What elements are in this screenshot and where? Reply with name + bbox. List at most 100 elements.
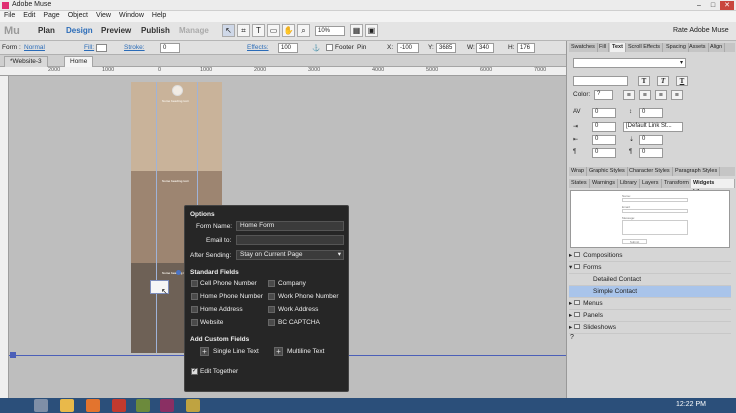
text-tool-icon[interactable]: T bbox=[252, 24, 265, 37]
fill-swatch[interactable] bbox=[96, 44, 107, 52]
tab-swatches[interactable]: Swatches bbox=[569, 43, 598, 52]
fill-label[interactable]: Fill: bbox=[84, 44, 94, 51]
tab-design[interactable]: Design bbox=[66, 26, 93, 35]
app-taskbar-icon[interactable] bbox=[136, 399, 150, 412]
tree-panels[interactable]: ▸ Panels bbox=[569, 310, 731, 322]
preview-mode-icon[interactable]: ▣ bbox=[365, 24, 378, 37]
tab-warnings[interactable]: Warnings bbox=[590, 179, 619, 188]
rectangle-tool-icon[interactable]: ▭ bbox=[267, 24, 280, 37]
tab-align[interactable]: Align bbox=[708, 43, 726, 52]
form-state-select[interactable]: Normal bbox=[24, 44, 45, 51]
tree-detailed-contact[interactable]: Detailed Contact bbox=[569, 274, 731, 286]
anchor-icon[interactable]: ⚓ bbox=[312, 44, 320, 52]
tab-paragraph-styles[interactable]: Paragraph Styles bbox=[673, 167, 721, 176]
align-center-icon[interactable]: ≡ bbox=[639, 90, 651, 100]
menu-help[interactable]: Help bbox=[148, 11, 170, 20]
h-field[interactable]: 176 bbox=[517, 43, 535, 53]
link-style-select[interactable]: [Default Link St... bbox=[623, 122, 683, 132]
underline-icon[interactable]: T bbox=[676, 76, 688, 86]
leading-field[interactable]: 0 bbox=[639, 108, 663, 118]
tree-forms[interactable]: ▾ Forms bbox=[569, 262, 731, 274]
tab-layers[interactable]: Layers bbox=[640, 179, 662, 188]
crop-tool-icon[interactable]: ⌗ bbox=[237, 24, 250, 37]
maximize-button[interactable]: □ bbox=[706, 1, 720, 10]
tree-compositions[interactable]: ▸ Compositions bbox=[569, 250, 731, 262]
tab-website[interactable]: *Website-3 bbox=[4, 56, 48, 67]
tab-scroll-effects[interactable]: Scroll Effects bbox=[626, 43, 663, 52]
space-after-field[interactable]: 0 bbox=[639, 135, 663, 145]
edit-together-checkbox[interactable]: ✓ bbox=[191, 368, 198, 375]
filezilla-taskbar-icon[interactable] bbox=[112, 399, 126, 412]
checkbox-home-phone[interactable] bbox=[191, 293, 198, 300]
folder-taskbar-icon[interactable] bbox=[186, 399, 200, 412]
hand-tool-icon[interactable]: ✋ bbox=[282, 24, 295, 37]
indent-field[interactable]: 0 bbox=[592, 122, 616, 132]
zoom-field[interactable]: 10% bbox=[315, 26, 345, 36]
align-justify-icon[interactable]: ≡ bbox=[671, 90, 683, 100]
form-name-input[interactable]: Home Form bbox=[236, 221, 344, 231]
tab-widgets-library[interactable]: Widgets Library bbox=[691, 179, 735, 195]
tab-wrap[interactable]: Wrap bbox=[569, 167, 588, 176]
view-mode-icon[interactable]: ▦ bbox=[350, 24, 363, 37]
menu-file[interactable]: File bbox=[0, 11, 19, 20]
footer-checkbox[interactable] bbox=[326, 44, 333, 51]
add-multiline-icon[interactable]: + bbox=[274, 347, 283, 356]
explorer-taskbar-icon[interactable] bbox=[60, 399, 74, 412]
tab-transform[interactable]: Transform bbox=[662, 179, 692, 188]
color-swatch[interactable]: ? bbox=[594, 90, 613, 100]
checkbox-website[interactable] bbox=[191, 319, 198, 326]
tree-slideshows[interactable]: ▸ Slideshows bbox=[569, 322, 731, 334]
font-select[interactable]: ▾ bbox=[573, 58, 686, 68]
checkbox-work-address[interactable] bbox=[268, 306, 275, 313]
stroke-label[interactable]: Stroke: bbox=[124, 44, 145, 51]
menu-page[interactable]: Page bbox=[39, 11, 63, 20]
stroke-field[interactable]: 0 bbox=[160, 43, 180, 53]
bold-icon[interactable]: T bbox=[638, 76, 650, 86]
para-space-field[interactable]: 0 bbox=[592, 148, 616, 158]
rate-adobe-muse-link[interactable]: Rate Adobe Muse bbox=[673, 27, 729, 34]
menu-edit[interactable]: Edit bbox=[19, 11, 39, 20]
space-before-field[interactable]: 0 bbox=[592, 135, 616, 145]
x-field[interactable]: -100 bbox=[397, 43, 419, 53]
start-button[interactable] bbox=[34, 399, 48, 412]
checkbox-work-phone[interactable] bbox=[268, 293, 275, 300]
checkbox-captcha[interactable] bbox=[268, 319, 275, 326]
menu-window[interactable]: Window bbox=[115, 11, 148, 20]
help-icon[interactable]: ? bbox=[570, 334, 574, 341]
opacity-field[interactable]: 100 bbox=[278, 43, 298, 53]
para-space-after-field[interactable]: 0 bbox=[639, 148, 663, 158]
after-sending-select[interactable]: Stay on Current Page ▾ bbox=[236, 250, 344, 260]
firefox-taskbar-icon[interactable] bbox=[86, 399, 100, 412]
checkbox-home-address[interactable] bbox=[191, 306, 198, 313]
multiline-button[interactable]: Multiline Text bbox=[287, 348, 324, 355]
close-button[interactable]: ✕ bbox=[720, 1, 734, 10]
menu-object[interactable]: Object bbox=[64, 11, 92, 20]
tab-library[interactable]: Library bbox=[618, 179, 640, 188]
selection-tool-icon[interactable]: ↖ bbox=[222, 24, 235, 37]
muse-taskbar-icon[interactable] bbox=[160, 399, 174, 412]
tab-spacing[interactable]: Spacing bbox=[664, 43, 689, 52]
tab-fill[interactable]: Fill bbox=[597, 43, 610, 52]
effects-label[interactable]: Effects: bbox=[247, 44, 269, 51]
tab-text[interactable]: Text bbox=[610, 43, 626, 52]
tab-character-styles[interactable]: Character Styles bbox=[627, 167, 673, 176]
tab-states[interactable]: States bbox=[569, 179, 590, 188]
add-single-line-icon[interactable]: + bbox=[200, 347, 209, 356]
tab-assets[interactable]: Assets bbox=[687, 43, 709, 52]
options-handle-icon[interactable] bbox=[176, 270, 181, 275]
tab-preview[interactable]: Preview bbox=[101, 26, 131, 35]
align-left-icon[interactable]: ≡ bbox=[623, 90, 635, 100]
y-field[interactable]: 3685 bbox=[436, 43, 456, 53]
tree-simple-contact[interactable]: Simple Contact bbox=[569, 286, 731, 298]
align-right-icon[interactable]: ≡ bbox=[655, 90, 667, 100]
tracking-field[interactable]: 0 bbox=[592, 108, 616, 118]
checkbox-cell-phone[interactable] bbox=[191, 280, 198, 287]
guide-handle-icon[interactable] bbox=[10, 352, 16, 358]
checkbox-company[interactable] bbox=[268, 280, 275, 287]
email-input[interactable] bbox=[236, 235, 344, 245]
minimize-button[interactable]: – bbox=[692, 1, 706, 10]
tree-menus[interactable]: ▸ Menus bbox=[569, 298, 731, 310]
w-field[interactable]: 340 bbox=[476, 43, 494, 53]
single-line-button[interactable]: Single Line Text bbox=[213, 348, 259, 355]
tab-home[interactable]: Home bbox=[64, 56, 94, 67]
